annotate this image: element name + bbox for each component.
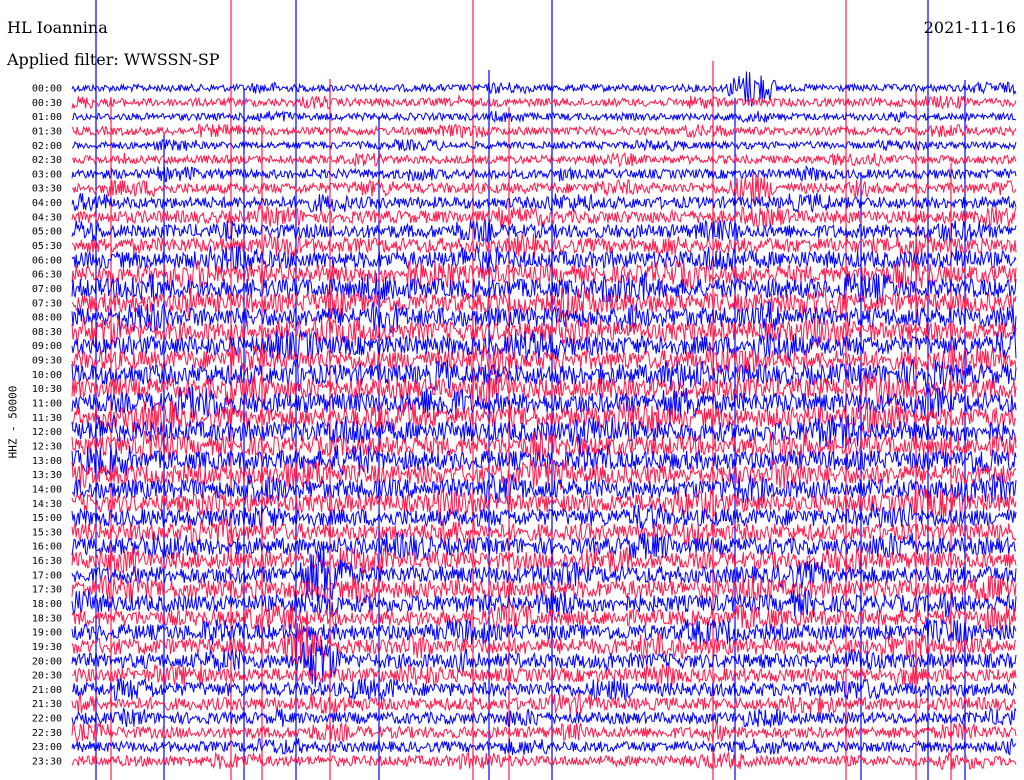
time-tick-label: 12:00: [32, 427, 62, 438]
time-tick-label: 13:30: [32, 470, 62, 481]
trace-row: [71, 677, 1017, 702]
trace-row: [71, 400, 1017, 435]
time-tick-label: 11:30: [32, 413, 62, 424]
time-tick-label: 06:30: [32, 270, 62, 281]
time-tick-label: 03:30: [32, 184, 62, 195]
time-tick-label: 00:00: [32, 84, 62, 95]
trace-row: [71, 721, 1017, 744]
helicorder-plot: 00:00 00:30 01:00 01:30 02:00 02:30 03:00 03:30…: [32, 0, 1017, 780]
time-tick-label: 07:30: [32, 298, 62, 309]
time-tick-label: 02:30: [32, 155, 62, 166]
time-tick-label: 07:00: [32, 284, 62, 295]
time-tick-label: 08:30: [32, 327, 62, 338]
time-tick-label: 21:30: [32, 699, 62, 710]
time-tick-label: 11:00: [32, 399, 62, 410]
time-tick-label: 17:00: [32, 570, 62, 581]
time-tick-label: 08:00: [32, 313, 62, 324]
time-tick-label: 20:30: [32, 671, 62, 682]
trace-row: [71, 736, 1017, 756]
time-tick-label: 03:00: [32, 169, 62, 180]
time-tick-label: 18:30: [32, 613, 62, 624]
time-tick-label: 01:30: [32, 126, 62, 137]
trace-row: [71, 165, 1017, 183]
time-tick-label: 04:00: [32, 198, 62, 209]
time-tick-label: 23:30: [32, 757, 62, 768]
time-tick-label: 19:00: [32, 628, 62, 639]
time-tick-label: 22:30: [32, 728, 62, 739]
time-tick-label: 04:30: [32, 212, 62, 223]
time-tick-label: 10:30: [32, 384, 62, 395]
trace-row: [71, 692, 1017, 714]
time-tick-label: 01:00: [32, 112, 62, 123]
time-tick-label: 02:00: [32, 141, 62, 152]
trace-row: [71, 639, 1017, 688]
trace-row: [71, 663, 1017, 687]
time-tick-label: 17:30: [32, 585, 62, 596]
trace-row: [71, 137, 1017, 152]
time-tick-label: 15:30: [32, 527, 62, 538]
time-tick-label: 13:00: [32, 456, 62, 467]
trace-row: [71, 151, 1017, 168]
trace-row: [71, 233, 1017, 258]
time-tick-label: 15:00: [32, 513, 62, 524]
time-tick-label: 16:30: [32, 556, 62, 567]
time-tick-label: 05:30: [32, 241, 62, 252]
trace-row: [71, 445, 1017, 477]
trace-row: [71, 615, 1017, 672]
time-tick-label: 23:00: [32, 742, 62, 753]
trace-row: [71, 193, 1017, 214]
trace-rows: [71, 71, 1017, 771]
trace-row: [71, 94, 1017, 110]
trace-row: [71, 531, 1017, 561]
time-tick-label: 19:30: [32, 642, 62, 653]
time-tick-label: 06:00: [32, 255, 62, 266]
time-tick-label: 22:00: [32, 714, 62, 725]
time-tick-labels: 00:00 00:30 01:00 01:30 02:00 02:30 03:00 03:30…: [32, 84, 62, 768]
time-tick-label: 21:00: [32, 685, 62, 696]
time-tick-label: 00:30: [32, 98, 62, 109]
time-tick-label: 05:00: [32, 227, 62, 238]
trace-row: [71, 123, 1017, 140]
time-tick-label: 14:30: [32, 499, 62, 510]
time-tick-label: 14:00: [32, 484, 62, 495]
time-tick-label: 20:00: [32, 656, 62, 667]
time-tick-label: 18:00: [32, 599, 62, 610]
trace-row: [71, 707, 1017, 728]
time-tick-label: 10:00: [32, 370, 62, 381]
trace-row: [71, 110, 1017, 124]
time-tick-label: 09:30: [32, 356, 62, 367]
time-tick-label: 16:00: [32, 542, 62, 553]
trace-row: [71, 751, 1017, 771]
time-tick-label: 09:00: [32, 341, 62, 352]
time-tick-label: 12:30: [32, 441, 62, 452]
